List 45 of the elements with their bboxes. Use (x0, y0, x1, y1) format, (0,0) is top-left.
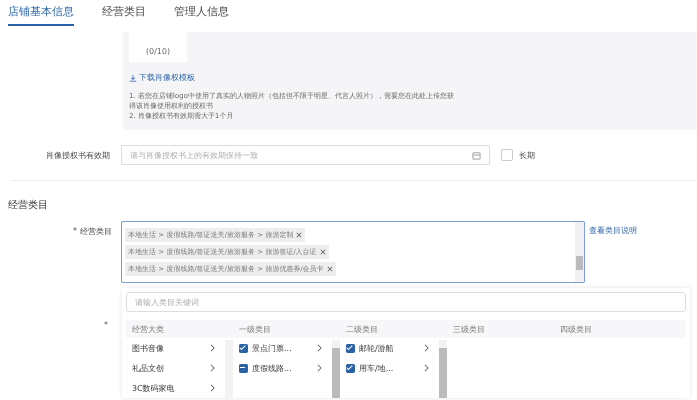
category-item[interactable]: 图书音像 (126, 338, 221, 358)
field-label: 经营类目 (80, 226, 112, 237)
scrollbar[interactable] (575, 222, 584, 282)
close-icon[interactable] (296, 232, 302, 238)
category-item[interactable]: 度假线路... (233, 358, 328, 378)
section-title: 经营类目 (8, 198, 49, 212)
scrollbar[interactable] (332, 340, 340, 398)
category-help-link[interactable]: 查看类目说明 (589, 225, 637, 236)
category-item[interactable]: 用车/地... (340, 358, 435, 378)
chevron-right-icon (317, 364, 322, 372)
upload-card[interactable]: (0/10) (129, 32, 187, 62)
close-icon[interactable] (326, 266, 333, 272)
column-header: 四级类目 (559, 324, 593, 334)
chevron-right-icon (424, 344, 429, 352)
tab[interactable]: 店铺基本信息 (8, 4, 74, 26)
scrollbar[interactable] (439, 340, 447, 398)
calendar-icon (472, 150, 481, 160)
chevron-right-icon (317, 344, 322, 352)
tab[interactable]: 经营类目 (102, 4, 146, 24)
checkbox[interactable] (501, 149, 513, 161)
checkbox[interactable] (239, 364, 248, 372)
category-item[interactable]: 景点门票... (233, 338, 328, 358)
chevron-right-icon (210, 344, 215, 352)
required-mark: * (73, 226, 77, 237)
column-header: 三级类目 (452, 324, 486, 334)
required-mark: * (103, 319, 109, 331)
column-header: 一级类目 (238, 324, 272, 334)
checkbox[interactable] (346, 364, 355, 372)
category-item[interactable]: 3C数码家电 (126, 378, 221, 398)
chevron-right-icon (424, 364, 429, 372)
checkbox[interactable] (346, 344, 355, 352)
column-header: 二级类目 (345, 324, 379, 334)
download-icon (129, 74, 137, 82)
close-icon[interactable] (320, 249, 326, 255)
upload-count: (0/10) (146, 47, 170, 56)
chevron-right-icon (210, 364, 215, 372)
checkbox[interactable] (239, 344, 248, 352)
category-item[interactable]: 邮轮/游船 (340, 338, 435, 358)
column-header: 经营大类 (131, 324, 165, 334)
checkbox-label: 长期 (519, 150, 535, 160)
chevron-right-icon (210, 384, 215, 392)
download-link[interactable]: 下载肖像权模板 (139, 72, 195, 83)
field-label: 肖像授权书有效期 (45, 150, 110, 160)
category-item[interactable]: 礼品文创 (126, 358, 221, 378)
tab[interactable]: 管理人信息 (174, 4, 229, 24)
